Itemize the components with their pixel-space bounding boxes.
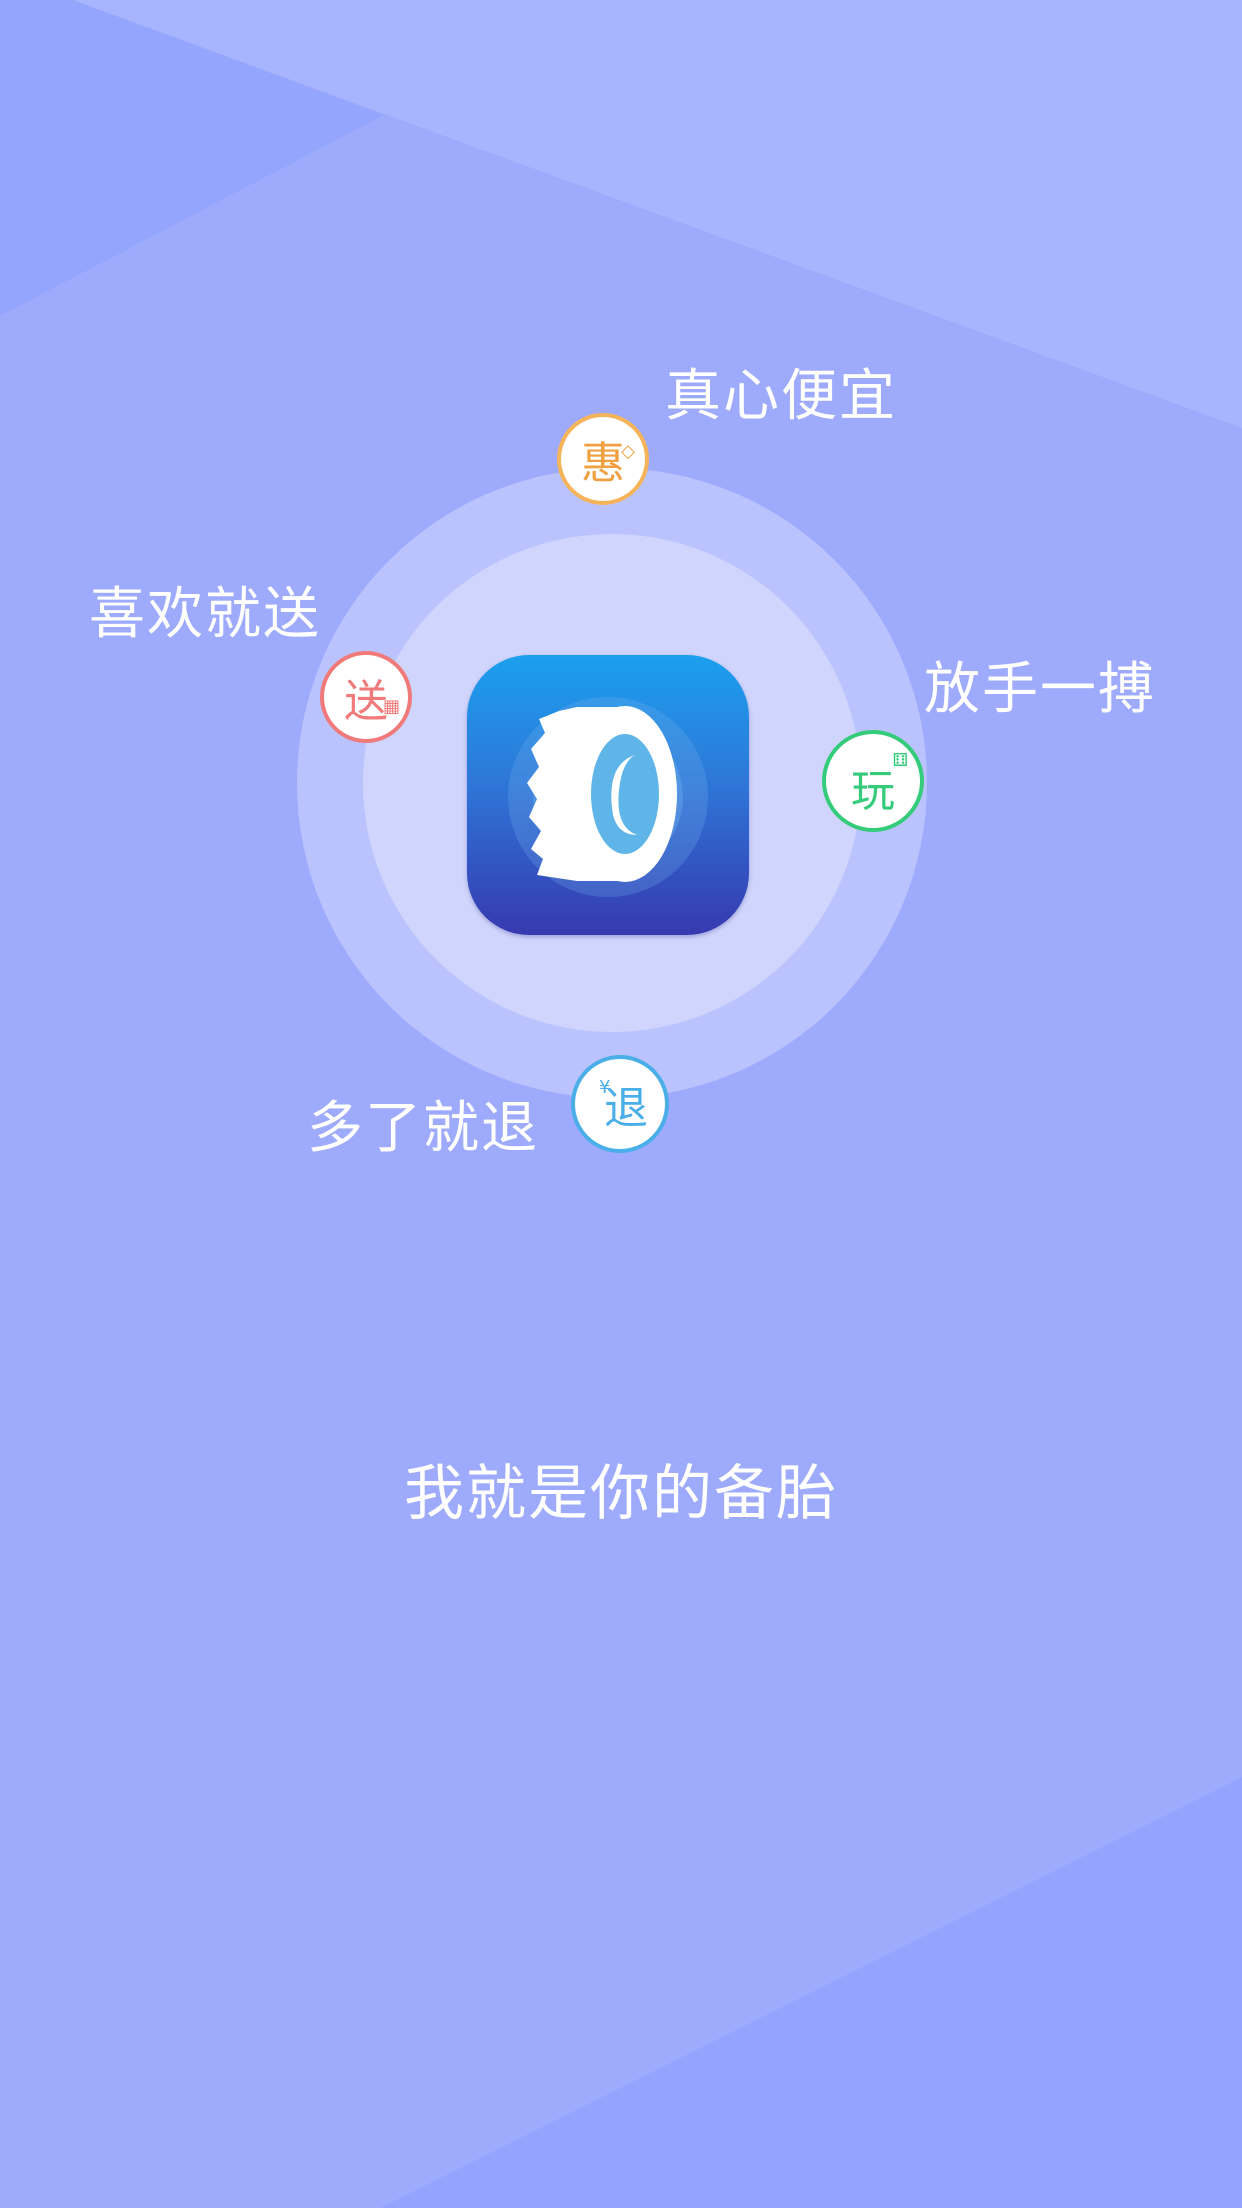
feature-label-refund: 多了就退	[307, 1096, 539, 1161]
tire-icon	[508, 697, 708, 897]
feature-label-gift: 喜欢就送	[89, 582, 321, 647]
badge-hui[interactable]: 惠 ◇	[557, 413, 649, 505]
feature-label-cheap: 真心便宜	[665, 364, 897, 429]
gift-icon: ▦	[382, 696, 400, 717]
badge-tui[interactable]: 退 ¥	[571, 1055, 669, 1153]
badge-wan[interactable]: 玩 ⚅	[822, 730, 924, 832]
price-tag-icon: ◇	[621, 441, 635, 462]
feature-label-play: 放手一搏	[924, 657, 1156, 722]
badge-song[interactable]: 送 ▦	[320, 651, 412, 743]
app-icon	[467, 655, 749, 935]
dice-icon: ⚅	[892, 750, 908, 771]
slogan: 我就是你的备胎	[404, 1459, 838, 1529]
yen-icon: ¥	[599, 1077, 611, 1098]
